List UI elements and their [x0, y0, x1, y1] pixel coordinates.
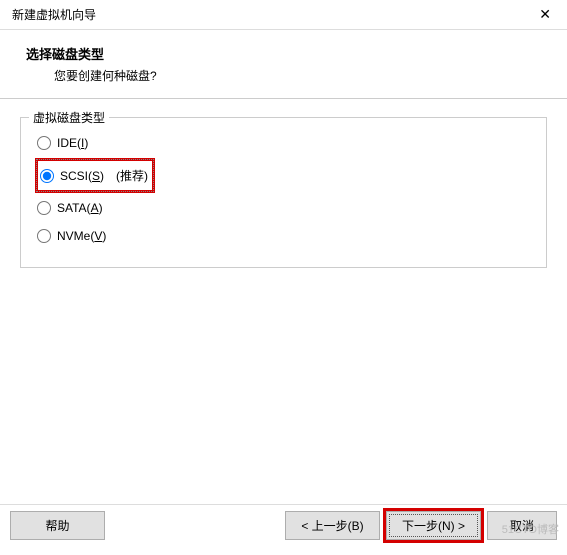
- help-button[interactable]: 帮助: [10, 511, 105, 540]
- radio-option-ide[interactable]: IDE(I): [35, 130, 532, 156]
- page-title: 选择磁盘类型: [26, 44, 547, 63]
- disk-type-fieldset: 虚拟磁盘类型 IDE(I) SCSI(S) (推荐) SATA(A) NVMe(…: [20, 117, 547, 268]
- titlebar: 新建虚拟机向导 ✕: [0, 0, 567, 30]
- radio-label-ide: IDE(I): [57, 136, 88, 150]
- window-title: 新建虚拟机向导: [12, 6, 96, 23]
- radio-option-scsi[interactable]: SCSI(S) (推荐): [38, 161, 152, 190]
- wizard-header: 选择磁盘类型 您要创建何种磁盘?: [0, 30, 567, 99]
- radio-option-nvme[interactable]: NVMe(V): [35, 223, 532, 249]
- radio-ide[interactable]: [37, 136, 51, 150]
- button-bar: 帮助 < 上一步(B) 下一步(N) > 取消: [0, 508, 567, 543]
- radio-label-sata: SATA(A): [57, 201, 103, 215]
- radio-option-sata[interactable]: SATA(A): [35, 195, 532, 221]
- fieldset-legend: 虚拟磁盘类型: [29, 109, 109, 126]
- highlight-scsi: SCSI(S) (推荐): [35, 158, 155, 193]
- highlight-next: 下一步(N) >: [383, 508, 484, 543]
- footer-divider: [0, 504, 567, 505]
- radio-scsi[interactable]: [40, 169, 54, 183]
- radio-label-scsi: SCSI(S) (推荐): [60, 167, 148, 184]
- radio-sata[interactable]: [37, 201, 51, 215]
- close-icon[interactable]: ✕: [533, 6, 557, 23]
- cancel-button[interactable]: 取消: [487, 511, 557, 540]
- radio-nvme[interactable]: [37, 229, 51, 243]
- next-button[interactable]: 下一步(N) >: [386, 511, 481, 540]
- content-area: 虚拟磁盘类型 IDE(I) SCSI(S) (推荐) SATA(A) NVMe(…: [0, 99, 567, 286]
- back-button[interactable]: < 上一步(B): [285, 511, 380, 540]
- page-subtitle: 您要创建何种磁盘?: [26, 67, 547, 84]
- radio-label-nvme: NVMe(V): [57, 229, 106, 243]
